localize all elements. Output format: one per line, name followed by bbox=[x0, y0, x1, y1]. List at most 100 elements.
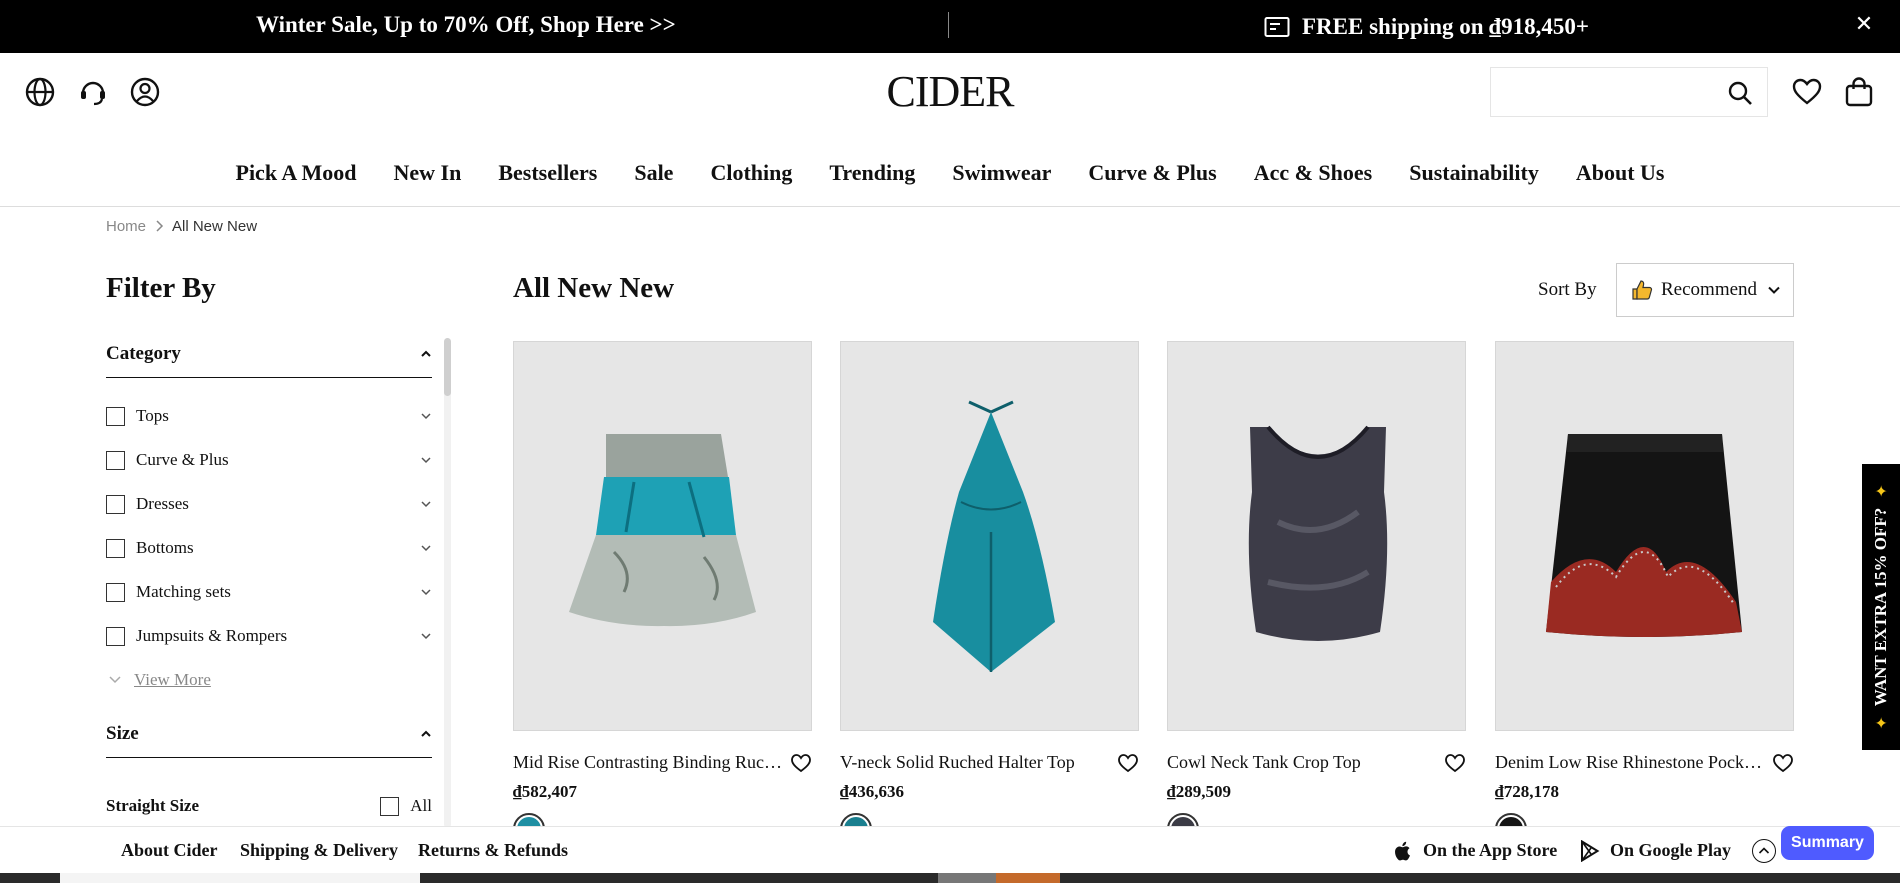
sidebar-scrollbar[interactable] bbox=[444, 338, 451, 828]
product-name[interactable]: Denim Low Rise Rhinestone Pocket Mini Sk… bbox=[1495, 745, 1765, 779]
announcement-divider bbox=[948, 12, 949, 38]
account-icon[interactable] bbox=[129, 76, 161, 108]
close-icon[interactable]: ✕ bbox=[1852, 12, 1876, 38]
announcement-bar: Winter Sale, Up to 70% Off, Shop Here >>… bbox=[0, 0, 1900, 53]
thumbs-up-icon bbox=[1632, 280, 1653, 300]
free-shipping-banner[interactable]: FREE shipping on ₫918,450+ bbox=[1264, 0, 1589, 53]
product-name[interactable]: Cowl Neck Tank Crop Top bbox=[1167, 745, 1437, 779]
site-logo[interactable]: CIDER bbox=[884, 67, 1016, 117]
summary-button[interactable]: Summary bbox=[1781, 826, 1874, 860]
chevron-down-icon[interactable] bbox=[420, 410, 432, 422]
chevron-down-icon[interactable] bbox=[420, 542, 432, 554]
scroll-to-top-button[interactable] bbox=[1752, 839, 1776, 863]
product-image[interactable] bbox=[513, 341, 812, 731]
globe-icon[interactable] bbox=[24, 76, 56, 108]
category-section-header[interactable]: Category bbox=[106, 330, 432, 378]
category-item-dresses[interactable]: Dresses bbox=[106, 482, 432, 526]
category-item-bottoms[interactable]: Bottoms bbox=[106, 526, 432, 570]
heart-icon[interactable] bbox=[1444, 753, 1466, 773]
product-image-halter-top bbox=[933, 400, 1055, 672]
free-shipping-text: FREE shipping on ₫918,450+ bbox=[1302, 13, 1589, 39]
support-icon[interactable] bbox=[77, 76, 109, 108]
product-price: ₫582,407 bbox=[513, 782, 577, 801]
nav-item-acc-shoes[interactable]: Acc & Shoes bbox=[1235, 153, 1391, 193]
bag-icon[interactable] bbox=[1843, 76, 1875, 108]
chevron-down-icon[interactable] bbox=[420, 454, 432, 466]
product-image[interactable] bbox=[1495, 341, 1794, 731]
category-item-tops[interactable]: Tops bbox=[106, 394, 432, 438]
breadcrumb: Home All New New bbox=[106, 216, 257, 236]
nav-item-curve-plus[interactable]: Curve & Plus bbox=[1070, 153, 1235, 193]
sort-by-label: Sort By bbox=[1538, 279, 1597, 300]
product-card[interactable]: Cowl Neck Tank Crop Top ₫289,509 bbox=[1167, 341, 1466, 845]
checkbox[interactable] bbox=[106, 582, 125, 602]
category-item-jumpsuits-rompers[interactable]: Jumpsuits & Rompers bbox=[106, 614, 432, 658]
search-box[interactable] bbox=[1490, 67, 1768, 117]
nav-item-trending[interactable]: Trending bbox=[811, 153, 934, 193]
category-item-matching-sets[interactable]: Matching sets bbox=[106, 570, 432, 614]
breadcrumb-home[interactable]: Home bbox=[106, 218, 146, 235]
sparkle-icon: ✦ bbox=[1871, 716, 1891, 730]
chevron-down-icon[interactable] bbox=[420, 630, 432, 642]
nav-item-about-us[interactable]: About Us bbox=[1557, 153, 1683, 193]
size-section-header[interactable]: Size bbox=[106, 710, 432, 758]
shipping-icon bbox=[1264, 16, 1290, 37]
straight-size-row: Straight Size All bbox=[106, 782, 432, 826]
app-store-label: On the App Store bbox=[1423, 840, 1558, 860]
page-title: All New New bbox=[513, 272, 675, 304]
wishlist-heart-icon[interactable] bbox=[1791, 76, 1823, 108]
footer-bar: About Cider Shipping & Delivery Returns … bbox=[0, 826, 1900, 873]
product-image[interactable] bbox=[840, 341, 1139, 731]
product-image[interactable] bbox=[1167, 341, 1466, 731]
chevron-down-icon[interactable] bbox=[420, 498, 432, 510]
product-price: ₫289,509 bbox=[1167, 782, 1231, 801]
size-all-label: All bbox=[410, 796, 432, 815]
heart-icon[interactable] bbox=[790, 753, 812, 773]
product-card[interactable]: Denim Low Rise Rhinestone Pocket Mini Sk… bbox=[1495, 341, 1794, 845]
extra-discount-tab[interactable]: ✦ WANT EXTRA 15% OFF? ✦ bbox=[1862, 464, 1900, 750]
view-more-label: View More bbox=[134, 670, 211, 689]
checkbox[interactable] bbox=[106, 406, 125, 426]
heart-icon[interactable] bbox=[1772, 753, 1794, 773]
product-card[interactable]: Mid Rise Contrasting Binding Ruched Draw… bbox=[513, 341, 812, 845]
checkbox[interactable] bbox=[106, 494, 125, 514]
heart-icon[interactable] bbox=[1117, 753, 1139, 773]
size-all-option[interactable]: All bbox=[380, 796, 432, 816]
nav-item-new-in[interactable]: New In bbox=[375, 153, 480, 193]
checkbox[interactable] bbox=[106, 450, 125, 470]
winter-sale-link[interactable]: Winter Sale, Up to 70% Off, Shop Here >> bbox=[256, 0, 676, 53]
product-price: ₫436,636 bbox=[840, 782, 904, 801]
product-price: ₫728,178 bbox=[1495, 782, 1559, 801]
category-item-label: Dresses bbox=[136, 494, 189, 513]
product-name[interactable]: Mid Rise Contrasting Binding Ruched Draw… bbox=[513, 745, 783, 779]
checkbox[interactable] bbox=[106, 626, 125, 646]
nav-item-pick-a-mood[interactable]: Pick A Mood bbox=[217, 153, 375, 193]
footer-link-about-cider[interactable]: About Cider bbox=[121, 827, 218, 874]
chevron-down-icon bbox=[109, 676, 121, 684]
footer-link-shipping-delivery[interactable]: Shipping & Delivery bbox=[240, 827, 398, 874]
checkbox[interactable] bbox=[106, 538, 125, 558]
category-item-label: Tops bbox=[136, 406, 169, 425]
checkbox[interactable] bbox=[380, 796, 400, 816]
nav-item-sale[interactable]: Sale bbox=[616, 153, 692, 193]
chevron-up-icon bbox=[1758, 847, 1770, 854]
nav-item-swimwear[interactable]: Swimwear bbox=[934, 153, 1070, 193]
footer-link-returns-refunds[interactable]: Returns & Refunds bbox=[418, 827, 568, 874]
nav-item-bestsellers[interactable]: Bestsellers bbox=[480, 153, 616, 193]
category-item-curve-plus[interactable]: Curve & Plus bbox=[106, 438, 432, 482]
view-more-link[interactable]: View More bbox=[106, 658, 432, 702]
product-card[interactable]: V-neck Solid Ruched Halter Top ₫436,636 bbox=[840, 341, 1139, 845]
nav-item-sustainability[interactable]: Sustainability bbox=[1391, 153, 1558, 193]
sort-dropdown[interactable]: Recommend bbox=[1616, 263, 1794, 317]
google-play-link[interactable]: On Google Play bbox=[1580, 827, 1731, 874]
filter-title: Filter By bbox=[106, 272, 216, 304]
search-icon[interactable] bbox=[1727, 80, 1753, 106]
nav-item-clothing[interactable]: Clothing bbox=[692, 153, 811, 193]
chevron-down-icon[interactable] bbox=[420, 586, 432, 598]
search-input[interactable] bbox=[1491, 68, 1711, 116]
scrollbar-thumb[interactable] bbox=[444, 338, 451, 396]
sort-value: Recommend bbox=[1661, 279, 1758, 300]
app-store-link[interactable]: On the App Store bbox=[1393, 827, 1557, 874]
product-name[interactable]: V-neck Solid Ruched Halter Top bbox=[840, 745, 1110, 779]
chevron-up-icon bbox=[421, 350, 431, 357]
